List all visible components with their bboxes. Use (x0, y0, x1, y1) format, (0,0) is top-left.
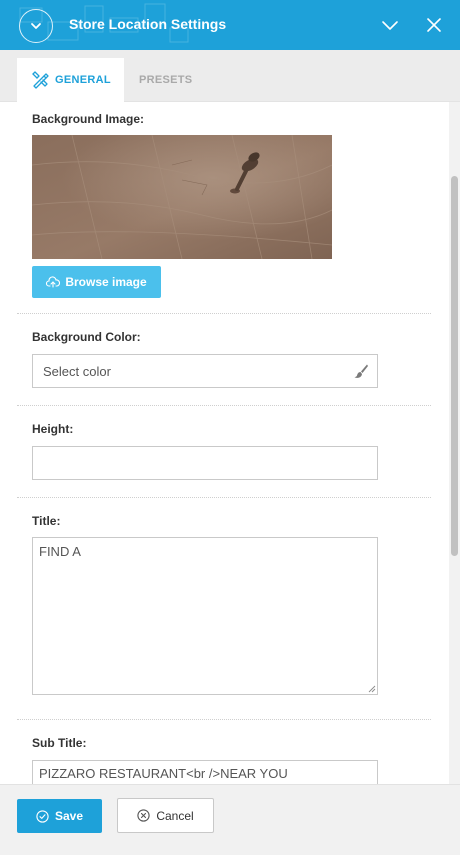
sub-title-input[interactable]: PIZZARO RESTAURANT<br />NEAR YOU (32, 760, 378, 784)
design-tools-icon (31, 71, 49, 89)
save-label: Save (54, 809, 84, 823)
background-color-placeholder: Select color (43, 363, 111, 379)
cancel-button[interactable]: Cancel (117, 798, 214, 833)
collapse-button[interactable] (19, 9, 53, 43)
browse-image-button[interactable]: Browse image (32, 266, 161, 298)
close-button[interactable] (424, 15, 444, 35)
sub-title-label: Sub Title: (32, 736, 87, 750)
browse-image-label: Browse image (65, 275, 147, 289)
panel-header: Store Location Settings (0, 0, 460, 50)
scrollbar-track[interactable] (449, 102, 460, 784)
save-button[interactable]: Save (17, 799, 102, 833)
close-circle-icon (137, 809, 150, 822)
tab-presets[interactable]: PRESETS (139, 58, 192, 102)
title-textarea[interactable]: FIND A (32, 537, 378, 695)
tab-general[interactable]: GENERAL (17, 58, 124, 102)
background-image-label: Background Image: (32, 112, 145, 126)
panel-footer: Save Cancel (0, 784, 460, 855)
map-pin-photo (32, 135, 332, 259)
resize-grip-icon[interactable] (368, 685, 376, 693)
background-image-preview (32, 135, 332, 259)
tab-presets-label: PRESETS (139, 74, 193, 86)
title-label: Title: (32, 514, 61, 528)
confirm-button[interactable] (380, 15, 400, 35)
check-icon (382, 21, 398, 30)
close-icon (427, 18, 441, 32)
title-value: FIND A (39, 544, 81, 559)
divider (17, 313, 431, 314)
tab-general-label: GENERAL (55, 74, 111, 86)
tab-bar: GENERAL PRESETS (0, 50, 460, 102)
settings-panel: Store Location Settings GENERAL PRESETS … (0, 0, 460, 855)
background-color-input[interactable]: Select color (32, 354, 378, 388)
height-label: Height: (32, 422, 74, 436)
divider (17, 405, 431, 406)
sub-title-value: PIZZARO RESTAURANT<br />NEAR YOU (39, 766, 288, 781)
divider (17, 719, 431, 720)
scrollbar-thumb[interactable] (451, 176, 458, 556)
settings-content[interactable]: Background Image: Browse image Backgroun… (0, 102, 448, 784)
check-circle-icon (36, 809, 49, 823)
brush-icon (354, 364, 368, 378)
height-input[interactable] (32, 446, 378, 480)
panel-title: Store Location Settings (69, 16, 227, 32)
divider (17, 497, 431, 498)
chevron-down-icon (31, 23, 41, 29)
background-color-label: Background Color: (32, 330, 141, 344)
cancel-label: Cancel (156, 808, 194, 823)
cloud-upload-icon (46, 276, 61, 288)
